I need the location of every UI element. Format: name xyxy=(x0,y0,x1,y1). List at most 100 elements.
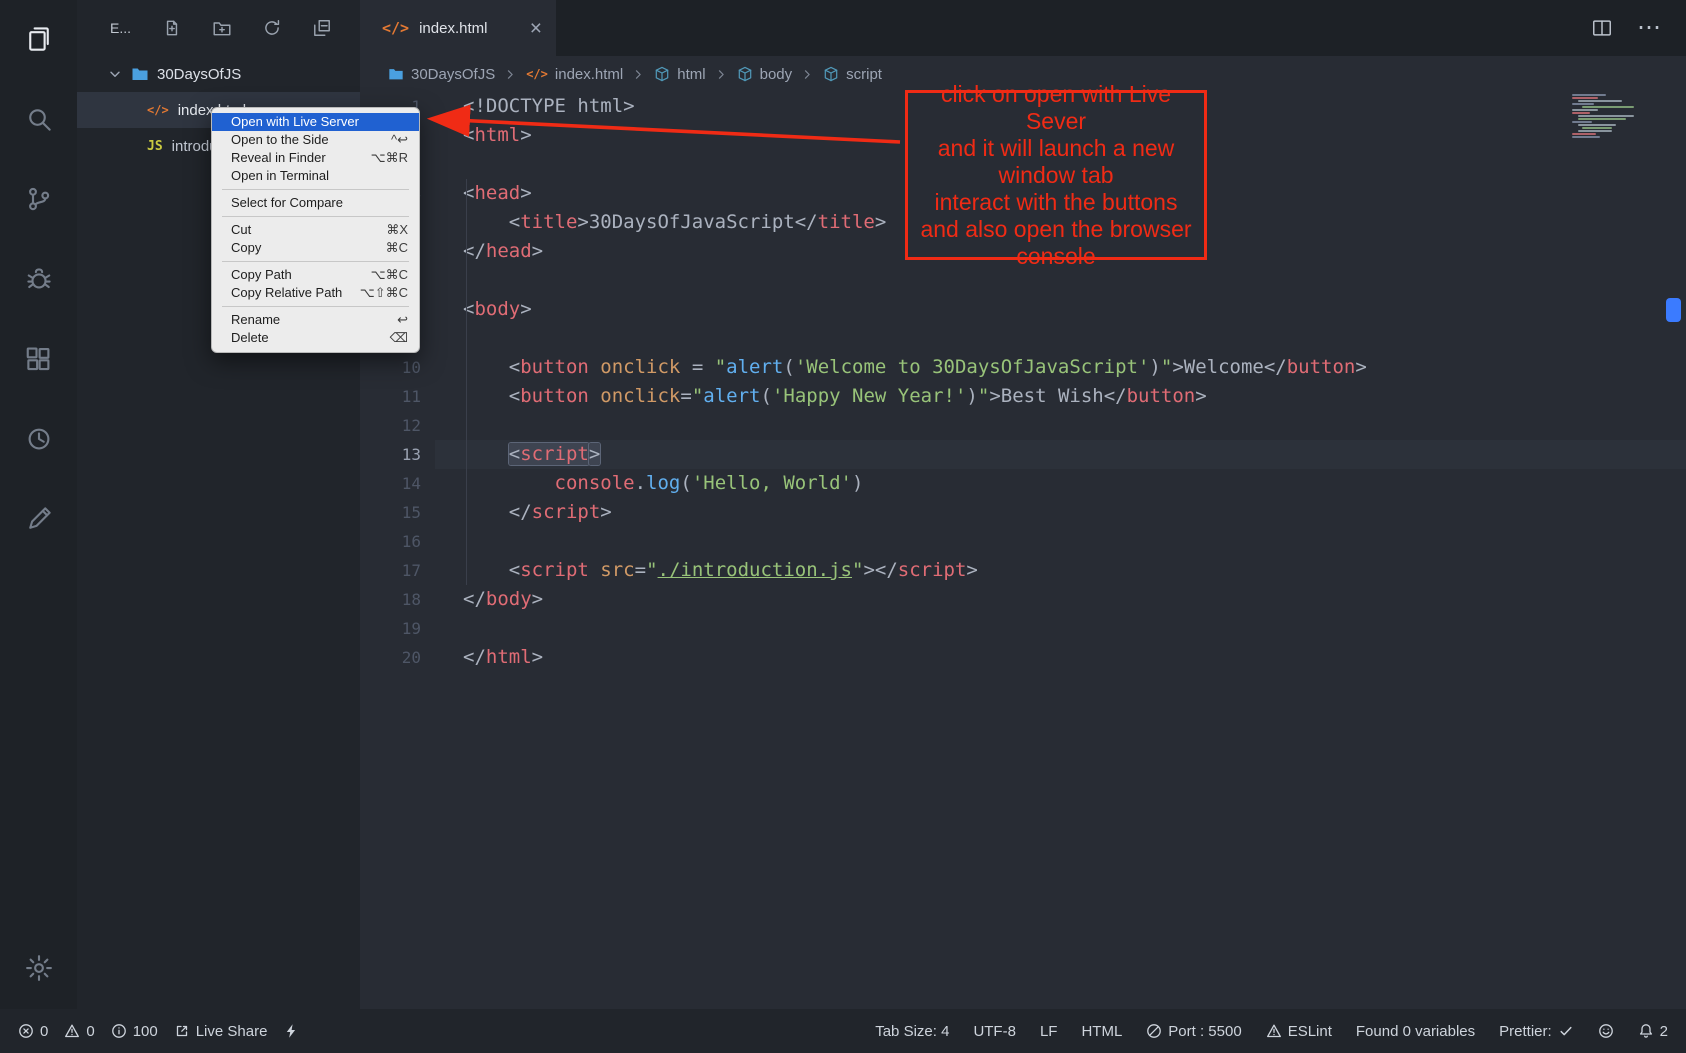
lightning-icon xyxy=(283,1023,299,1039)
code-text xyxy=(435,411,1686,440)
sidebar-action-refresh-explorer[interactable] xyxy=(262,18,282,38)
code-line-14[interactable]: 14 console.log('Hello, World') xyxy=(360,469,1686,498)
activity-bar-item-run-debug[interactable] xyxy=(12,252,66,306)
status-errors[interactable]: 0 xyxy=(18,1023,48,1040)
cube-icon xyxy=(737,66,753,82)
context-menu-item-rename[interactable]: Rename ↩ xyxy=(212,311,419,329)
history-icon xyxy=(24,424,54,454)
indent-guide xyxy=(466,179,467,585)
context-menu-item-copy-path[interactable]: Copy Path⌥⌘C xyxy=(212,266,419,284)
context-menu-item-open-in-terminal[interactable]: Open in Terminal xyxy=(212,167,419,185)
activity-bar-item-code-review[interactable] xyxy=(12,492,66,546)
breadcrumb-label: index.html xyxy=(555,66,623,83)
code-line-16[interactable]: 16 xyxy=(360,527,1686,556)
status-notifications[interactable]: 2 xyxy=(1638,1023,1668,1040)
status-label: LF xyxy=(1040,1023,1058,1040)
code-line-13[interactable]: 13 <script> xyxy=(360,440,1686,469)
menu-item-shortcut: ↩ xyxy=(397,311,408,329)
status-language-mode[interactable]: HTML xyxy=(1081,1023,1122,1040)
activity-bar-item-explorer[interactable] xyxy=(12,12,66,66)
menu-item-label: Copy xyxy=(231,239,261,257)
breadcrumb-item-html[interactable]: html xyxy=(654,66,705,83)
tab-index-html[interactable]: </> index.html × xyxy=(360,0,556,56)
status-prettier[interactable]: Prettier: xyxy=(1499,1023,1574,1040)
context-menu-item-select-for-compare[interactable]: Select for Compare xyxy=(212,194,419,212)
sidebar-action-new-file[interactable] xyxy=(162,18,182,38)
status-eol[interactable]: LF xyxy=(1040,1023,1058,1040)
line-number: 14 xyxy=(360,469,435,498)
context-menu-item-copy-relative-path[interactable]: Copy Relative Path⌥⇧⌘C xyxy=(212,284,419,302)
status-tab-size[interactable]: Tab Size: 4 xyxy=(875,1023,949,1040)
split-editor-icon[interactable] xyxy=(1591,17,1613,39)
warning-icon xyxy=(1266,1023,1282,1039)
breadcrumb-item-script[interactable]: script xyxy=(823,66,882,83)
activity-bar-item-history[interactable] xyxy=(12,412,66,466)
smiley-icon xyxy=(1598,1023,1614,1039)
code-line-15[interactable]: 15 </script> xyxy=(360,498,1686,527)
status-warnings[interactable]: 0 xyxy=(64,1023,94,1040)
status-info-count[interactable]: 100 xyxy=(111,1023,158,1040)
status-label: 100 xyxy=(133,1023,158,1040)
sidebar-action-collapse-folders[interactable] xyxy=(312,18,332,38)
line-number: 12 xyxy=(360,411,435,440)
menu-item-label: Rename xyxy=(231,311,280,329)
context-menu-item-copy[interactable]: Copy⌘C xyxy=(212,239,419,257)
code-line-9[interactable]: 9 xyxy=(360,324,1686,353)
code-line-7[interactable]: 7 xyxy=(360,266,1686,295)
extensions-icon xyxy=(24,344,54,374)
chevron-right-icon xyxy=(715,68,728,81)
slash-icon xyxy=(1146,1023,1162,1039)
search-icon xyxy=(24,104,54,134)
folder-icon xyxy=(388,66,404,82)
gear-icon xyxy=(24,953,54,983)
status-quick-action[interactable] xyxy=(283,1023,299,1039)
code-line-17[interactable]: 17 <script src="./introduction.js"></scr… xyxy=(360,556,1686,585)
activity-bar-item-extensions[interactable] xyxy=(12,332,66,386)
context-menu-item-open-to-the-side[interactable]: Open to the Side^↩ xyxy=(212,131,419,149)
status-feedback[interactable] xyxy=(1598,1023,1614,1039)
status-variables[interactable]: Found 0 variables xyxy=(1356,1023,1475,1040)
more-actions-icon[interactable]: ⋯ xyxy=(1637,16,1662,40)
review-icon xyxy=(24,504,54,534)
context-menu-item-open-with-live-server[interactable]: Open with Live Server xyxy=(212,113,419,131)
context-menu-item-reveal-in-finder[interactable]: Reveal in Finder⌥⌘R xyxy=(212,149,419,167)
code-line-12[interactable]: 12 xyxy=(360,411,1686,440)
menu-item-label: Open to the Side xyxy=(231,131,329,149)
status-label: Prettier: xyxy=(1499,1023,1552,1040)
status-live-share[interactable]: Live Share xyxy=(174,1023,268,1040)
code-line-10[interactable]: 10 <button onclick = "alert('Welcome to … xyxy=(360,353,1686,382)
breadcrumb-item-30daysofjs[interactable]: 30DaysOfJS xyxy=(388,66,495,83)
menu-separator xyxy=(222,216,409,217)
menu-item-label: Cut xyxy=(231,221,251,239)
menu-item-shortcut: ⌥⇧⌘C xyxy=(360,284,408,302)
code-text: <button onclick="alert('Happy New Year!'… xyxy=(435,382,1686,411)
source-control-icon xyxy=(24,184,54,214)
annotation-text-line: console xyxy=(1016,243,1095,270)
code-line-11[interactable]: 11 <button onclick="alert('Happy New Yea… xyxy=(360,382,1686,411)
menu-item-label: Open in Terminal xyxy=(231,167,329,185)
sidebar-action-new-folder[interactable] xyxy=(212,18,232,38)
code-line-19[interactable]: 19 xyxy=(360,614,1686,643)
status-label: UTF-8 xyxy=(973,1023,1016,1040)
menu-separator xyxy=(222,306,409,307)
context-menu-item-cut[interactable]: Cut⌘X xyxy=(212,221,419,239)
context-menu-item-delete[interactable]: Delete⌫ xyxy=(212,329,419,347)
status-eslint[interactable]: ESLint xyxy=(1266,1023,1332,1040)
breadcrumb-item-index-html[interactable]: </>index.html xyxy=(526,66,623,83)
code-line-18[interactable]: 18</body> xyxy=(360,585,1686,614)
breadcrumb-label: html xyxy=(677,66,705,83)
code-line-20[interactable]: 20</html> xyxy=(360,643,1686,672)
status-live-server-port[interactable]: Port : 5500 xyxy=(1146,1023,1241,1040)
breadcrumb-item-body[interactable]: body xyxy=(737,66,793,83)
code-line-8[interactable]: 8<body> xyxy=(360,295,1686,324)
minimap[interactable] xyxy=(1572,94,1664,139)
annotation-text-line: window tab xyxy=(998,162,1113,189)
activity-bar-item-settings[interactable] xyxy=(12,941,66,995)
error-icon xyxy=(18,1023,34,1039)
activity-bar-item-search[interactable] xyxy=(12,92,66,146)
folder-icon xyxy=(131,65,149,83)
status-encoding[interactable]: UTF-8 xyxy=(973,1023,1016,1040)
close-icon[interactable]: × xyxy=(530,18,542,39)
folder-root-row[interactable]: 30DaysOfJS xyxy=(77,56,360,92)
activity-bar-item-source-control[interactable] xyxy=(12,172,66,226)
